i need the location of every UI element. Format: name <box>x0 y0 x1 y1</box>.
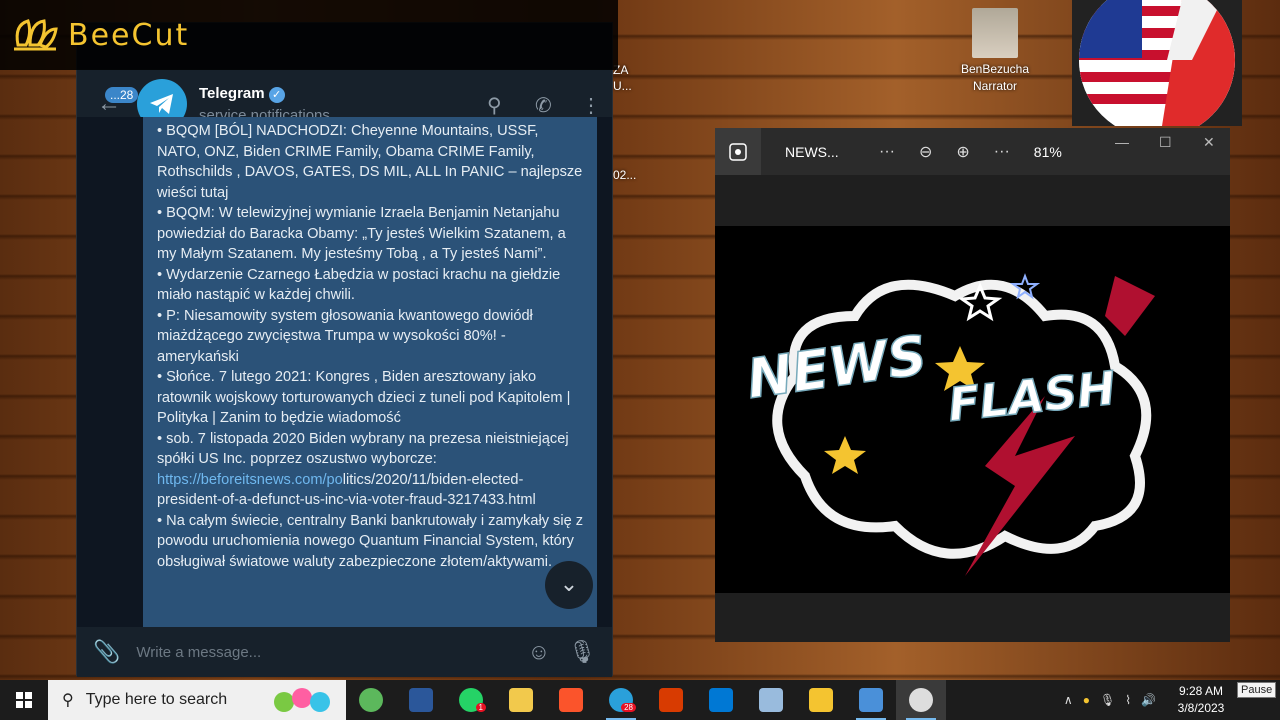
beecut-brand-text: BeeCut <box>68 17 190 53</box>
zoom-out-icon[interactable]: ⊖ <box>919 142 932 162</box>
recording-icon[interactable]: ● <box>1083 693 1090 707</box>
minimize-icon[interactable]: — <box>1115 134 1129 150</box>
taskbar-app-snipping-tool[interactable] <box>646 680 696 720</box>
taskbar-app-notes[interactable] <box>746 680 796 720</box>
photos-app-icon <box>715 128 761 175</box>
taskbar-app-brave[interactable] <box>546 680 596 720</box>
chat-area[interactable]: • BQQM [BÓL] NADCHODZI: Cheyenne Mountai… <box>77 117 612 627</box>
time: 9:28 AM <box>1178 684 1224 698</box>
volume-icon[interactable]: 🔊 <box>1141 693 1156 707</box>
news-flash-image: NEWS FLASH <box>715 226 1230 593</box>
windows-logo-icon <box>16 692 32 708</box>
pause-tooltip: Pause <box>1237 682 1277 698</box>
image-text-news: NEWS <box>743 323 931 411</box>
start-button[interactable] <box>0 680 48 720</box>
message-composer: 📎 Write a message... ☺ 🎙 <box>77 627 612 677</box>
taskbar-app-recorder[interactable] <box>896 680 946 720</box>
attach-icon[interactable]: 📎 <box>93 639 120 665</box>
search-highlight-image <box>274 688 330 712</box>
clock[interactable]: 9:28 AM 3/8/2023 <box>1166 683 1236 717</box>
beecut-watermark: BeeCut <box>0 0 618 70</box>
taskbar-app-telegram[interactable]: 28 <box>596 680 646 720</box>
desktop-icon-label-fragment-2[interactable]: 02... <box>613 168 636 182</box>
search-placeholder: Type here to search <box>85 691 228 708</box>
bee-logo-icon <box>14 19 58 51</box>
date: 3/8/2023 <box>1177 701 1225 715</box>
message-input[interactable]: Write a message... <box>136 644 509 661</box>
message-link[interactable]: https://beforeitsnews.com/po <box>157 472 343 488</box>
taskbar-app-word[interactable] <box>396 680 446 720</box>
taskbar-app-photos[interactable] <box>846 680 896 720</box>
wifi-icon[interactable]: ⌇ <box>1125 693 1131 707</box>
message-line: • Wydarzenie Czarnego Łabędzia w postaci… <box>157 266 561 304</box>
search-icon[interactable]: ⚲ <box>487 93 502 118</box>
photos-toolbar: NEWS... ··· ⊖ ⊕ ··· 81% — ☐ ✕ <box>715 128 1230 175</box>
emoji-icon[interactable]: ☺ <box>528 639 550 665</box>
taskbar-app-whatsapp[interactable]: 1 <box>446 680 496 720</box>
message-line: • Na całym świecie, centralny Banki bank… <box>157 512 584 570</box>
taskbar-app-video-editor[interactable] <box>696 680 746 720</box>
more-options-icon-2[interactable]: ··· <box>994 143 1010 161</box>
photo-title: NEWS... <box>785 143 839 160</box>
whatsapp-badge: 1 <box>475 703 486 712</box>
photos-viewer-window: NEWS... ··· ⊖ ⊕ ··· 81% — ☐ ✕ NEWS FLASH <box>715 128 1230 642</box>
chat-title: Telegram <box>199 84 265 102</box>
desktop-user-label[interactable]: BenBezucha Narrator <box>950 61 1040 95</box>
desktop-user-icon[interactable] <box>972 8 1018 58</box>
paper-plane-icon <box>150 94 173 114</box>
search-icon: ⚲ <box>62 692 74 709</box>
zoom-in-icon[interactable]: ⊕ <box>956 142 969 162</box>
desktop-flag-image <box>1072 0 1242 138</box>
verified-check-icon: ✓ <box>268 86 285 103</box>
unread-count-badge: ...28 <box>105 87 139 103</box>
microphone-icon[interactable]: 🎙 <box>1100 693 1115 707</box>
taskbar-search[interactable]: ⚲ Type here to search <box>48 680 346 720</box>
phone-icon[interactable]: ✆ <box>535 93 552 118</box>
taskbar-app-android[interactable] <box>346 680 396 720</box>
close-icon[interactable]: ✕ <box>1203 134 1215 151</box>
message-line: • BQQM: W telewizyjnej wymianie Izraela … <box>157 205 566 262</box>
maximize-icon[interactable]: ☐ <box>1159 134 1172 151</box>
more-options-icon[interactable]: ··· <box>879 143 895 161</box>
microphone-icon[interactable]: 🎙 <box>568 639 596 665</box>
message-line: • P: Niesamowity system głosowania kwant… <box>157 307 533 365</box>
taskbar-app-file-explorer[interactable] <box>496 680 546 720</box>
message-link-line: https://beforeitsnews.com/politics/2020/… <box>157 470 585 511</box>
taskbar-app-beecut[interactable] <box>796 680 846 720</box>
windows-taskbar: ⚲ Type here to search 1 28 ∧ ● 🎙 ⌇ 🔊 9:2… <box>0 680 1280 720</box>
message-line: • BQQM [BÓL] NADCHODZI: Cheyenne Mountai… <box>157 123 583 201</box>
more-vertical-icon[interactable]: ⋮ <box>581 93 601 118</box>
telegram-badge: 28 <box>621 703 636 712</box>
telegram-window: ← ...28 Telegram ✓ service notifications … <box>76 22 613 677</box>
message-bubble[interactable]: • BQQM [BÓL] NADCHODZI: Cheyenne Mountai… <box>143 117 597 627</box>
message-line: • sob. 7 listopada 2020 Biden wybrany na… <box>157 430 569 468</box>
chevron-up-icon[interactable]: ∧ <box>1064 693 1073 707</box>
message-line: • Słońce. 7 lutego 2021: Kongres , Biden… <box>157 369 571 426</box>
scroll-to-bottom-button[interactable]: ⌄ <box>545 561 593 609</box>
zoom-level: 81% <box>1033 143 1062 160</box>
